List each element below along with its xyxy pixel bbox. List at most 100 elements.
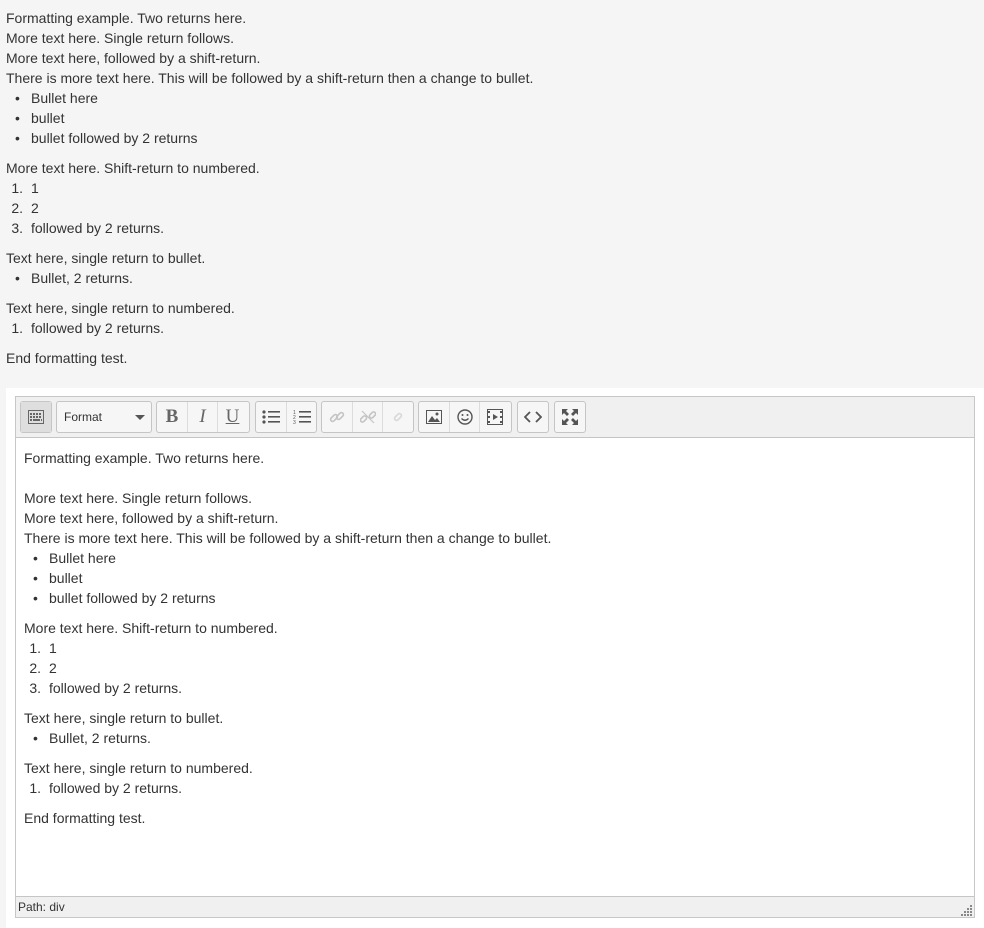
preview-paragraph: Formatting example. Two returns here. <box>6 10 247 26</box>
list-item-text: 2 <box>49 660 57 676</box>
preview-numbered-list: 1. 1 2. 2 3. followed by 2 returns. <box>6 178 966 238</box>
editor-paragraph: More text here, followed by a shift-retu… <box>24 510 279 526</box>
list-item: 1. followed by 2 returns. <box>24 778 966 798</box>
list-item-text: followed by 2 returns. <box>31 320 165 336</box>
bullet-list-icon <box>262 410 280 424</box>
preview-paragraph: Text here, single return to bullet. <box>6 250 206 266</box>
format-dropdown-label: Format <box>64 410 103 424</box>
chevron-down-icon <box>135 414 145 420</box>
insert-media-button[interactable] <box>479 402 509 432</box>
editor-empty-line <box>24 468 966 488</box>
list-item-text: followed by 2 returns. <box>49 780 183 796</box>
list-item: Bullet here <box>24 548 966 568</box>
toolbar-toggle-button[interactable] <box>21 402 51 432</box>
list-item-text: followed by 2 returns. <box>49 680 183 696</box>
editor-toolbar: Format B I U 1 2 3 <box>16 397 974 438</box>
preview-paragraph: More text here, followed by a shift-retu… <box>6 50 261 66</box>
list-number: 3. <box>11 220 23 236</box>
insert-emoticon-button[interactable] <box>449 402 479 432</box>
element-path: Path: div <box>18 900 65 914</box>
bullet-list-button[interactable] <box>256 402 286 432</box>
toolbar-group-lists: 1 2 3 <box>255 401 317 433</box>
numbered-list-button[interactable]: 1 2 3 <box>286 402 316 432</box>
preview-paragraph: Text here, single return to numbered. <box>6 300 235 316</box>
list-item: 1. followed by 2 returns. <box>6 318 966 338</box>
rich-text-editor: Format B I U 1 2 3 Formatting example. T… <box>15 396 975 918</box>
toolbar-group-fullscreen <box>554 401 586 433</box>
unlink-icon <box>359 410 376 424</box>
bold-icon: B <box>165 406 179 427</box>
editor-numbered-list: 1. followed by 2 returns. <box>24 778 966 798</box>
editor-paragraph: There is more text here. This will be fo… <box>24 530 552 546</box>
editor-bullet-list: Bullet here bullet bullet followed by 2 … <box>24 548 966 608</box>
underline-icon: U <box>225 406 240 427</box>
toolbar-group-toggle <box>20 401 52 433</box>
image-icon <box>426 410 442 424</box>
svg-text:3: 3 <box>293 420 296 425</box>
list-number: 1. <box>11 320 23 336</box>
editor-paragraph: End formatting test. <box>24 810 146 826</box>
preview-paragraph: More text here. Shift-return to numbered… <box>6 160 260 176</box>
toolbar-group-html <box>517 401 549 433</box>
list-item: 3. followed by 2 returns. <box>6 218 966 238</box>
list-item-text: 2 <box>31 200 39 216</box>
insert-image-button[interactable] <box>419 402 449 432</box>
list-item: 3. followed by 2 returns. <box>24 678 966 698</box>
preview-paragraph: More text here. Single return follows. <box>6 30 234 46</box>
link-button[interactable] <box>322 402 352 432</box>
italic-button[interactable]: I <box>187 402 217 432</box>
preview-paragraph: There is more text here. This will be fo… <box>6 70 534 86</box>
html-icon <box>524 411 542 423</box>
preview-numbered-list: 1. followed by 2 returns. <box>6 318 966 338</box>
preview-paragraph: End formatting test. <box>6 350 128 366</box>
list-item: Bullet, 2 returns. <box>24 728 966 748</box>
preview-bullet-list: Bullet, 2 returns. <box>6 268 966 288</box>
underline-button[interactable]: U <box>217 402 247 432</box>
toolbar-group-format: Format <box>56 401 152 433</box>
format-dropdown[interactable]: Format <box>57 402 151 432</box>
list-item-text: followed by 2 returns. <box>31 220 165 236</box>
list-item: bullet <box>24 568 966 588</box>
editor-paragraph: More text here. Shift-return to numbered… <box>24 620 278 636</box>
list-item: 2. 2 <box>24 658 966 678</box>
html-source-button[interactable] <box>518 402 548 432</box>
link-icon <box>329 411 345 423</box>
editor-content-area[interactable]: Formatting example. Two returns here. Mo… <box>16 438 974 897</box>
italic-icon: I <box>199 406 206 427</box>
bold-button[interactable]: B <box>157 402 187 432</box>
list-item: 1. 1 <box>6 178 966 198</box>
toolbar-group-links <box>321 401 414 433</box>
toolbar-group-style: B I U <box>156 401 250 433</box>
list-number: 1. <box>29 780 41 796</box>
list-item: 2. 2 <box>6 198 966 218</box>
media-icon <box>486 409 503 425</box>
list-item-text: 1 <box>49 640 57 656</box>
list-item: Bullet, 2 returns. <box>6 268 966 288</box>
editor-paragraph: More text here. Single return follows. <box>24 490 252 506</box>
unlink-button[interactable] <box>352 402 382 432</box>
fullscreen-button[interactable] <box>555 402 585 432</box>
list-number: 3. <box>29 680 41 696</box>
editor-paragraph: Text here, single return to bullet. <box>24 710 224 726</box>
list-number: 1. <box>11 180 23 196</box>
list-item: bullet followed by 2 returns <box>24 588 966 608</box>
resize-grip-icon[interactable] <box>959 902 973 916</box>
list-item: Bullet here <box>6 88 966 108</box>
editor-paragraph: Formatting example. Two returns here. <box>24 450 265 466</box>
list-item: bullet <box>6 108 966 128</box>
list-item-text: 1 <box>31 180 39 196</box>
editor-container: Format B I U 1 2 3 Formatting example. T… <box>6 388 984 928</box>
toolbar-group-insert <box>418 401 512 433</box>
editor-bullet-list: Bullet, 2 returns. <box>24 728 966 748</box>
anchor-button[interactable] <box>382 402 412 432</box>
list-number: 2. <box>29 660 41 676</box>
list-number: 1. <box>29 640 41 656</box>
editor-statusbar: Path: div <box>16 896 974 917</box>
emoticon-icon <box>456 409 473 425</box>
preview-bullet-list: Bullet here bullet bullet followed by 2 … <box>6 88 966 148</box>
fullscreen-icon <box>562 409 578 425</box>
editor-numbered-list: 1. 1 2. 2 3. followed by 2 returns. <box>24 638 966 698</box>
list-item: 1. 1 <box>24 638 966 658</box>
numbered-list-icon: 1 2 3 <box>293 410 311 425</box>
anchor-icon <box>393 412 402 422</box>
